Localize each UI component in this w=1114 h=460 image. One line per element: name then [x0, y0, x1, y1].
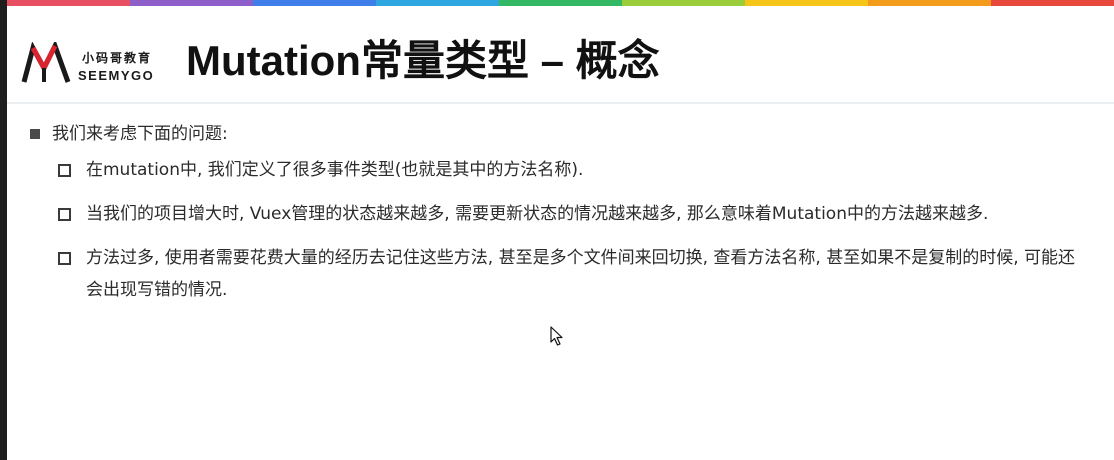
mouse-cursor-icon	[550, 326, 563, 346]
seemygo-logo: 小码哥教育 SEEMYGO	[20, 40, 170, 88]
hollow-square-bullet-icon	[58, 164, 71, 177]
seemygo-m-logo-icon	[21, 42, 71, 83]
left-window-edge	[0, 0, 7, 460]
list-item: 方法过多, 使用者需要花费大量的经历去记住这些方法, 甚至是多个文件间来回切换,…	[30, 242, 1076, 306]
points-list: 在mutation中, 我们定义了很多事件类型(也就是其中的方法名称). 当我们…	[30, 154, 1100, 306]
intro-bullet: 我们来考虑下面的问题:	[30, 120, 1100, 148]
page-title: Mutation常量类型 – 概念	[186, 37, 660, 84]
header-divider	[7, 102, 1114, 104]
list-item: 在mutation中, 我们定义了很多事件类型(也就是其中的方法名称).	[30, 154, 1076, 186]
hollow-square-bullet-icon	[58, 208, 71, 221]
point-text: 方法过多, 使用者需要花费大量的经历去记住这些方法, 甚至是多个文件间来回切换,…	[86, 248, 1076, 300]
intro-text: 我们来考虑下面的问题:	[52, 124, 228, 144]
slide-content: 我们来考虑下面的问题: 在mutation中, 我们定义了很多事件类型(也就是其…	[30, 112, 1100, 318]
logo-chinese-name: 小码哥教育	[82, 51, 153, 65]
hollow-square-bullet-icon	[58, 252, 71, 265]
logo-english-name: SEEMYGO	[78, 68, 155, 83]
point-text: 当我们的项目增大时, Vuex管理的状态越来越多, 需要更新状态的情况越来越多,…	[86, 204, 989, 224]
list-item: 当我们的项目增大时, Vuex管理的状态越来越多, 需要更新状态的情况越来越多,…	[30, 198, 1076, 230]
point-text: 在mutation中, 我们定义了很多事件类型(也就是其中的方法名称).	[86, 160, 584, 180]
filled-square-bullet-icon	[30, 129, 40, 139]
